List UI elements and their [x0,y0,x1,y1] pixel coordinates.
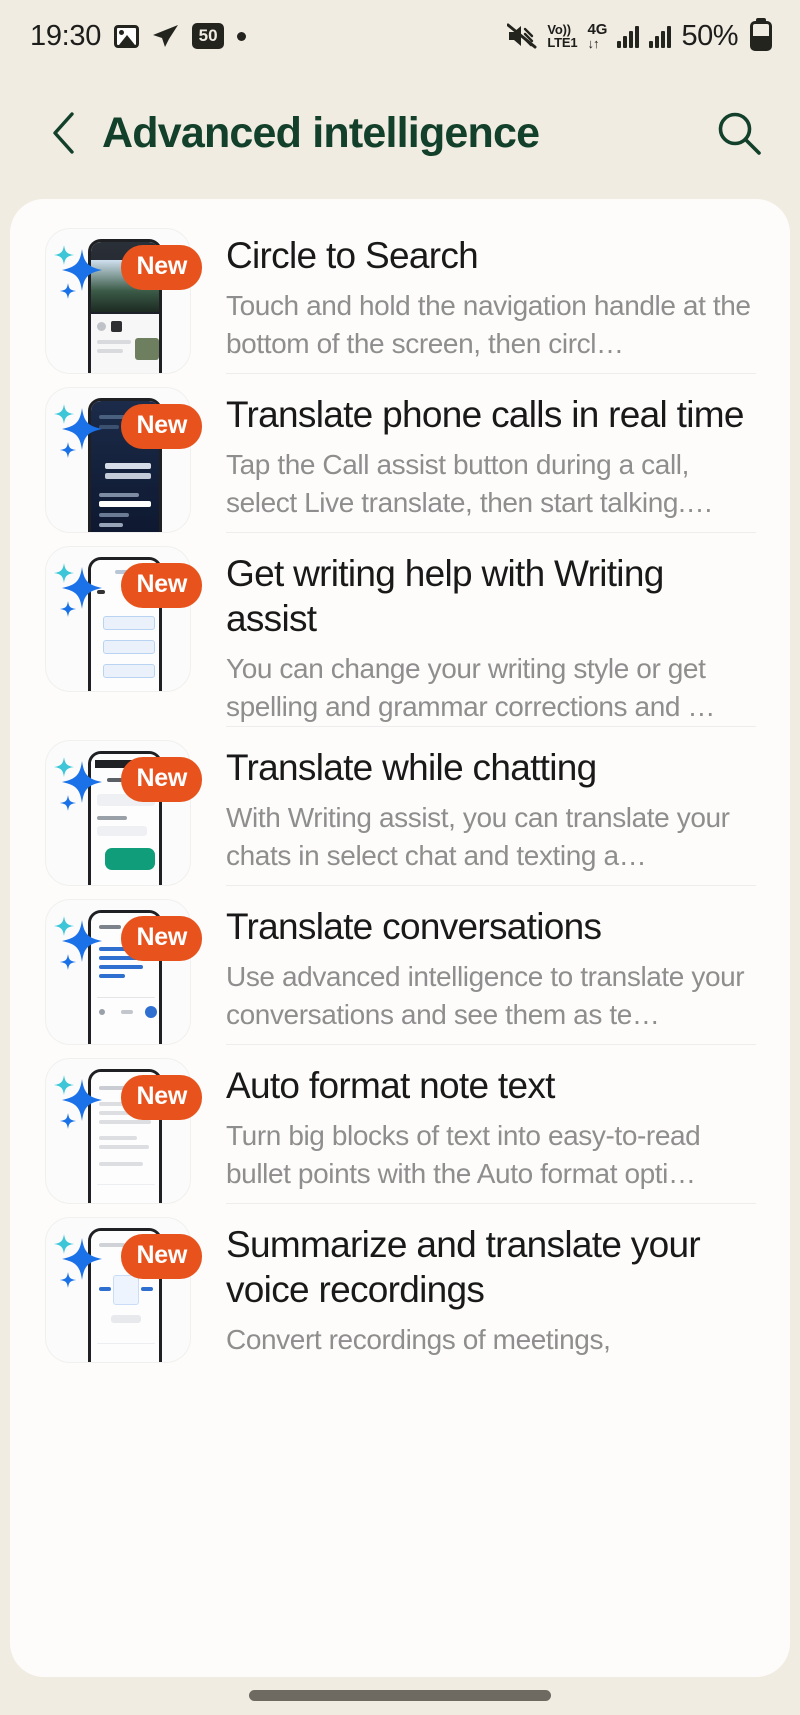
list-item[interactable]: New Summarize and translate your voice r… [10,1204,790,1362]
feature-description: Use advanced intelligence to translate y… [226,960,745,1030]
sparkle-icon [52,559,108,619]
feature-text: Summarize and translate your voice recor… [190,1204,756,1359]
volte-bottom-label: LTE1 [547,35,578,50]
new-badge: New [121,563,202,608]
notification-count-badge: 50 [192,23,225,49]
new-badge: New [121,404,202,449]
thumbnail-wrap: New [46,388,202,532]
list-item[interactable]: New Translate while chatting With Writin… [10,727,790,885]
thumbnail-wrap: New [46,899,202,1044]
feature-title: Summarize and translate your voice recor… [226,1223,701,1310]
sparkle-icon [52,912,108,972]
list-item[interactable]: New Circle to Search Touch and hold the … [10,199,790,373]
feature-title: Auto format note text [226,1064,555,1106]
search-icon [718,112,761,155]
feature-list-card: New Circle to Search Touch and hold the … [10,199,790,1677]
feature-list[interactable]: New Circle to Search Touch and hold the … [10,199,790,1677]
search-button[interactable] [712,106,766,160]
thumbnail-wrap: New [46,229,202,373]
feature-description: With Writing assist, you can translate y… [226,801,730,871]
feature-text: Get writing help with Writing assist You… [190,533,756,726]
sparkle-icon [52,1071,108,1131]
sparkle-icon [52,1230,108,1290]
status-bar: 19:30 50 Vo)) LTE1 4G ↓↑ 50% [0,0,800,72]
list-item[interactable]: New Translate conversations Use advanced… [10,886,790,1044]
feature-title: Translate while chatting [226,746,597,788]
new-badge: New [121,245,202,290]
network-label: 4G [587,21,608,38]
battery-percent-label: 50% [681,19,738,52]
chevron-left-icon [53,112,74,154]
new-badge: New [121,1074,202,1120]
signal-icon [617,24,640,48]
home-indicator[interactable] [249,1690,551,1701]
feature-text: Auto format note text Turn big blocks of… [190,1045,756,1193]
battery-icon [750,21,772,51]
thumbnail-wrap: New [46,547,202,691]
feature-text: Translate while chatting With Writing as… [190,727,756,875]
data-arrows-icon: ↓↑ [587,36,599,51]
dot-icon [237,31,247,41]
feature-title: Translate conversations [226,905,602,947]
telegram-plane-icon [152,24,179,48]
thumbnail-wrap: New [46,740,202,885]
status-bar-left: 19:30 50 [30,19,247,53]
image-icon [114,24,140,48]
feature-text: Translate conversations Use advanced int… [190,886,756,1034]
feature-title: Get writing help with Writing assist [226,553,664,640]
list-item[interactable]: New Auto format note text Turn big block… [10,1045,790,1203]
new-badge: New [121,915,202,961]
feature-description: Turn big blocks of text into easy-to-rea… [226,1119,701,1189]
feature-title: Circle to Search [226,235,479,276]
feature-description: You can change your writing style or get… [226,653,716,723]
new-badge: New [121,1233,202,1279]
feature-text: Translate phone calls in real time Tap t… [190,374,756,522]
feature-description: Tap the Call assist button during a call… [226,449,714,518]
page-title: Advanced intelligence [102,108,540,157]
back-button[interactable] [40,107,86,159]
volte-icon: Vo)) LTE1 [547,23,577,49]
list-item[interactable]: New Translate phone calls in real time T… [10,374,790,532]
network-4g-icon: 4G ↓↑ [587,22,607,50]
feature-title: Translate phone calls in real time [226,394,744,435]
status-bar-right: Vo)) LTE1 4G ↓↑ 50% [506,19,772,53]
mute-icon [506,23,537,49]
app-header: Advanced intelligence [0,72,800,194]
signal-icon [649,24,672,48]
list-item[interactable]: New Get writing help with Writing assist… [10,533,790,726]
status-time: 19:30 [30,19,102,52]
sparkle-icon [52,241,108,301]
feature-text: Circle to Search Touch and hold the navi… [190,215,756,363]
new-badge: New [121,756,202,802]
sparkle-icon [52,400,108,460]
thumbnail-wrap: New [46,1058,202,1203]
feature-description: Convert recordings of meetings, [226,1324,611,1356]
thumbnail-wrap: New [46,1217,202,1362]
sparkle-icon [52,753,108,813]
feature-description: Touch and hold the navigation handle at … [226,290,751,359]
